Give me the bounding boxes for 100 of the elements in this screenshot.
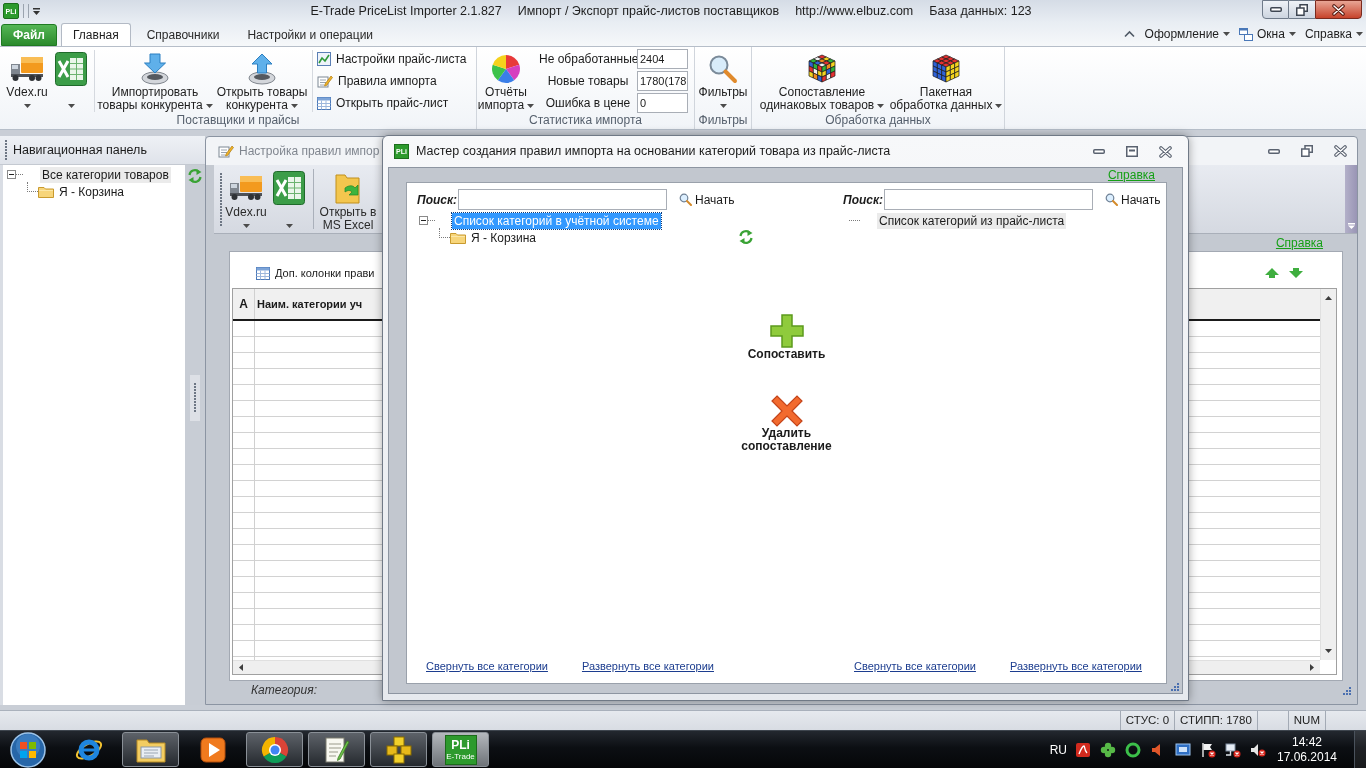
network-alert-icon bbox=[1225, 741, 1241, 758]
chevron-up-icon bbox=[1123, 30, 1135, 38]
minimize-button[interactable] bbox=[1268, 148, 1280, 154]
ribbon-group-label: Фильтры bbox=[698, 113, 748, 129]
window-subtitle: Импорт / Экспорт прайс-листов поставщиков bbox=[517, 2, 780, 20]
panel-title: Навигационная панель bbox=[13, 141, 147, 159]
expand-all-link[interactable]: Развернуть все категории bbox=[581, 657, 714, 674]
magnifier-icon bbox=[708, 53, 738, 84]
tree-item[interactable]: Я - Корзина bbox=[469, 229, 539, 246]
pencil-page-icon bbox=[218, 144, 234, 158]
stat-field[interactable]: 0 bbox=[637, 93, 688, 113]
up-arrow-icon bbox=[1265, 268, 1279, 278]
collapse-icon[interactable] bbox=[419, 216, 428, 225]
vdex-button[interactable]: Vdex.ru bbox=[225, 165, 267, 233]
collapse-all-link[interactable]: Свернуть все категории bbox=[854, 657, 976, 674]
ribbon-tab[interactable]: Настройки и операции bbox=[235, 23, 386, 46]
device-down-arrow-icon bbox=[140, 52, 170, 85]
database-label: База данных: 123 bbox=[929, 2, 1032, 20]
tree-item[interactable]: Я - Корзина bbox=[57, 183, 127, 200]
ribbon-button[interactable]: Настройки прайс-листа bbox=[315, 48, 469, 70]
status-field: СТИПП: 1780 bbox=[1180, 711, 1252, 730]
minimize-button[interactable] bbox=[1262, 0, 1289, 19]
folder-icon bbox=[38, 185, 54, 198]
cross-icon bbox=[770, 395, 803, 427]
move-down-button[interactable] bbox=[1289, 268, 1303, 278]
minimize-icon bbox=[1268, 148, 1280, 154]
extra-columns-button[interactable]: Доп. колонки прави bbox=[256, 264, 375, 282]
open-in-spreadsheet-button[interactable]: Открыть в MS Excel bbox=[316, 165, 380, 233]
ribbon-large-button[interactable]: Открыть товары конкурента bbox=[212, 47, 312, 112]
move-up-button[interactable] bbox=[1265, 268, 1279, 278]
ribbon-large-button[interactable]: Сопоставление одинаковых товаров bbox=[755, 47, 889, 112]
cascade-windows-icon bbox=[1239, 27, 1254, 41]
refresh-icon bbox=[738, 229, 754, 245]
ribbon-large-button[interactable]: Пакетная обработка данных bbox=[889, 47, 1003, 112]
restore-button[interactable] bbox=[1301, 145, 1313, 157]
window-title: Настройка правил импор bbox=[239, 143, 380, 160]
ribbon-tab[interactable]: Справочники bbox=[134, 23, 232, 46]
filters-button[interactable]: Фильтры bbox=[695, 47, 751, 112]
category-label: Категория: bbox=[251, 682, 317, 699]
taskbar-button[interactable] bbox=[122, 732, 179, 767]
folder-icon bbox=[450, 231, 466, 244]
start-orb-icon bbox=[10, 731, 46, 768]
puzzle-cube-icon bbox=[807, 53, 837, 84]
search-button[interactable]: Начать bbox=[679, 190, 735, 209]
language-indicator[interactable]: RU bbox=[1049, 740, 1067, 759]
collapse-icon[interactable] bbox=[7, 170, 16, 179]
taskbar-button[interactable] bbox=[370, 732, 427, 767]
tree-item[interactable]: Список категорий из прайс-листа bbox=[877, 212, 1067, 229]
close-button[interactable] bbox=[1159, 145, 1172, 158]
search-icon bbox=[1105, 193, 1118, 206]
dialog-title: Мастер создания правил импорта на основании категорий товара из прайс-листа bbox=[416, 143, 891, 161]
expand-all-link[interactable]: Развернуть все категории bbox=[1009, 657, 1142, 674]
maximize-button[interactable] bbox=[1126, 146, 1138, 157]
splitter-grip[interactable] bbox=[190, 375, 200, 421]
clock[interactable]: 14:42 17.06.2014 bbox=[1276, 734, 1338, 765]
ribbon-button[interactable]: Правила импорта bbox=[315, 70, 469, 92]
resize-grip-icon bbox=[1171, 683, 1179, 691]
column-header[interactable]: Наим. категории уч bbox=[255, 289, 363, 319]
taskbar-button[interactable] bbox=[308, 732, 365, 767]
scroll-down-arrow-icon bbox=[1325, 649, 1332, 653]
truck-icon bbox=[229, 174, 263, 201]
reports-button[interactable]: Отчёты импорта bbox=[479, 47, 533, 112]
ribbon-large-button[interactable]: Импортировать товары конкурента bbox=[98, 47, 212, 112]
vertical-scrollbar[interactable] bbox=[1320, 289, 1336, 660]
ribbon-group-label: Обработка данных bbox=[825, 113, 931, 129]
menu-button[interactable]: Справка bbox=[1304, 25, 1363, 43]
taskbar-button[interactable] bbox=[246, 732, 303, 767]
ribbon-button[interactable]: Открыть прайс-лист bbox=[315, 92, 469, 114]
play-icon bbox=[199, 736, 226, 763]
stat-field[interactable]: 1780(178 bbox=[637, 71, 688, 91]
close-button[interactable] bbox=[1334, 145, 1347, 157]
match-button[interactable]: Сопоставить bbox=[747, 314, 826, 361]
segmented-circle-icon bbox=[260, 735, 289, 764]
ribbon-tab[interactable]: Главная bbox=[61, 23, 131, 46]
search-field[interactable] bbox=[884, 189, 1093, 210]
document-icon bbox=[1075, 741, 1091, 758]
spreadsheet-icon bbox=[273, 170, 305, 205]
chart-icon bbox=[317, 52, 331, 66]
search-field[interactable] bbox=[458, 189, 667, 210]
ribbon-group-label: Статистика импорта bbox=[529, 113, 642, 129]
vdex-button[interactable]: Vdex.ru bbox=[3, 47, 51, 112]
pencil-page-icon bbox=[317, 74, 333, 88]
remove-match-button[interactable]: Удалить сопоставление bbox=[741, 395, 832, 453]
puzzle-cube-icon bbox=[931, 53, 961, 84]
menu-button[interactable]: Оформление bbox=[1144, 25, 1231, 43]
collapse-ribbon-button[interactable] bbox=[1123, 30, 1135, 38]
close-button[interactable] bbox=[1315, 0, 1362, 19]
stat-field[interactable]: 2404 bbox=[637, 49, 688, 69]
search-button[interactable]: Начать bbox=[1105, 190, 1161, 209]
collapse-all-link[interactable]: Свернуть все категории bbox=[426, 657, 548, 674]
menu-button[interactable]: Окна bbox=[1239, 25, 1296, 43]
restore-button[interactable] bbox=[1289, 0, 1315, 19]
clover-icon bbox=[1100, 741, 1116, 758]
taskbar-button[interactable]: PLi E-Trade bbox=[432, 732, 489, 767]
column-header[interactable]: А bbox=[233, 289, 255, 319]
refresh-button[interactable] bbox=[738, 229, 754, 245]
folder-icon bbox=[135, 736, 166, 763]
maximize-icon bbox=[1126, 146, 1138, 157]
minimize-button[interactable] bbox=[1093, 149, 1105, 154]
tree-item[interactable]: Все категории товаров bbox=[40, 166, 171, 183]
